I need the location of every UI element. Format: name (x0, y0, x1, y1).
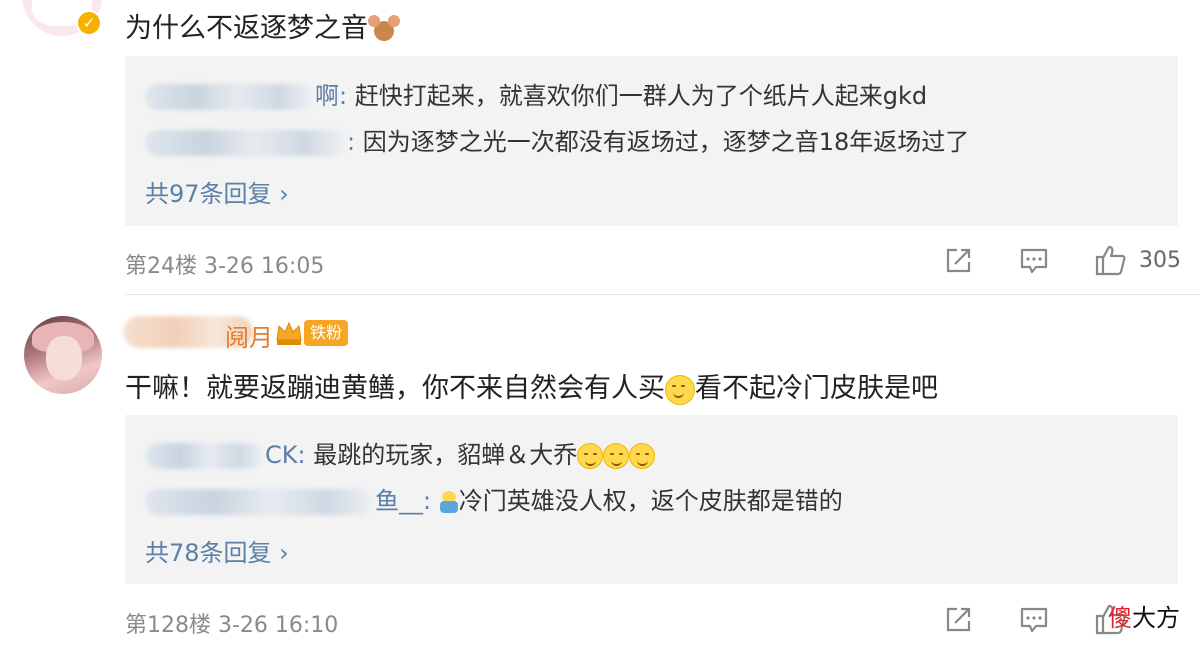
floor-timestamp: 第128楼 3-26 16:10 (125, 613, 339, 638)
mouse-emoji-icon (368, 14, 400, 45)
reply-text: 赶快打起来，就喜欢你们一群人为了个纸片人起来gkd (354, 82, 928, 110)
smile-emoji-icon (603, 443, 630, 469)
blurred-username (145, 443, 263, 469)
reply-text: 因为逐梦之光一次都没有返场过，逐梦之音18年返场过了 (362, 128, 970, 156)
verified-badge-icon: ✓ (76, 10, 102, 36)
reply-username[interactable]: CK (265, 441, 298, 469)
blurred-username (145, 130, 345, 156)
watermark: 傻大方 (1108, 604, 1180, 632)
blurred-username (145, 84, 313, 110)
reply-preview[interactable]: CK: 最跳的玩家，貂蝉＆大乔 鱼__: 冷门英雄没人权，返个皮肤都是错的 共7… (125, 415, 1178, 584)
person-emoji-icon (439, 489, 459, 515)
comment-body: 为什么不返逐梦之音 (125, 13, 368, 44)
reply-item[interactable]: CK: 最跳的玩家，貂蝉＆大乔 (145, 435, 656, 470)
comment-text: 为什么不返逐梦之音 (125, 6, 400, 45)
floor-timestamp: 第24楼 3-26 16:05 (125, 254, 325, 279)
avatar[interactable] (24, 316, 102, 394)
comment-icon[interactable] (1019, 246, 1049, 276)
more-replies-link[interactable]: 共97条回复 › (145, 174, 289, 209)
reply-username[interactable]: 鱼__ (375, 487, 423, 515)
comment-body: 看不起冷门皮肤是吧 (695, 373, 938, 404)
reply-username[interactable]: 啊 (315, 82, 339, 110)
reply-item[interactable]: : 因为逐梦之光一次都没有返场过，逐梦之音18年返场过了 (145, 122, 969, 157)
reply-preview[interactable]: 啊: 赶快打起来，就喜欢你们一群人为了个纸片人起来gkd : 因为逐梦之光一次都… (125, 56, 1178, 226)
divider (125, 294, 1200, 295)
share-icon[interactable] (943, 605, 973, 635)
share-icon[interactable] (943, 246, 973, 276)
crown-icon (276, 321, 302, 345)
comment-text: 干嘛！就要返蹦迪黄鳝，你不来自然会有人买 看不起冷门皮肤是吧 (125, 366, 938, 405)
reply-item[interactable]: 鱼__: 冷门英雄没人权，返个皮肤都是错的 (145, 481, 843, 516)
shy-emoji-icon (665, 374, 695, 405)
username[interactable]: 阋月 (225, 318, 273, 353)
fan-badge: 铁粉 (304, 320, 349, 346)
reply-item[interactable]: 啊: 赶快打起来，就喜欢你们一群人为了个纸片人起来gkd (145, 76, 927, 111)
smile-emoji-icon (629, 443, 656, 469)
like-count: 305 (1139, 248, 1181, 273)
more-replies-link[interactable]: 共78条回复 › (145, 533, 289, 568)
comment-icon[interactable] (1019, 605, 1049, 635)
comment-body: 干嘛！就要返蹦迪黄鳝，你不来自然会有人买 (125, 373, 665, 404)
blurred-username (145, 489, 373, 515)
thumbs-up-icon[interactable] (1094, 243, 1128, 277)
smile-emoji-icon (577, 443, 604, 469)
reply-text: 最跳的玩家，貂蝉＆大乔 (313, 441, 578, 469)
reply-text: 冷门英雄没人权，返个皮肤都是错的 (458, 487, 843, 515)
